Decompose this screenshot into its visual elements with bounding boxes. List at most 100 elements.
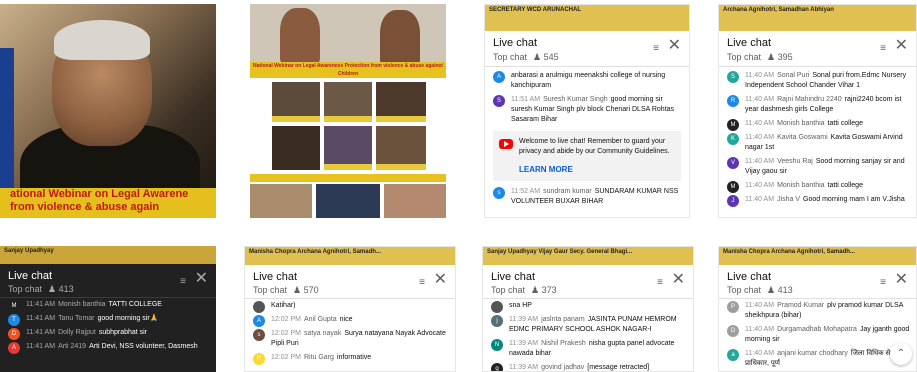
avatar[interactable]: M (727, 119, 739, 131)
message-author[interactable]: satya nayak (304, 330, 341, 337)
message-author[interactable]: Suresh Kumar Singh (543, 96, 608, 103)
message-author[interactable]: jaslnta panam (541, 316, 585, 323)
message-author[interactable]: Rajni Mahindru 2240 (777, 96, 842, 103)
chat-message[interactable]: R 11:40 AM Rajni Mahindru 2240 rajni2240 bc… (719, 93, 916, 117)
avatar[interactable]: K (727, 133, 739, 145)
close-icon[interactable]: ✕ (895, 271, 908, 289)
chat-mode-label[interactable]: Top chat (727, 285, 761, 295)
sliders-icon[interactable]: ≡ (880, 277, 886, 288)
chat-message[interactable]: s 11:52 AM sundram kumar SUNDARAM KUMAR NSS… (485, 185, 689, 209)
message-author[interactable]: Monish banthia (777, 120, 824, 127)
avatar[interactable] (491, 301, 503, 313)
message-author[interactable]: Anil Gupta (304, 316, 337, 323)
chat-mode[interactable]: Top chat ♟ 395 (727, 52, 793, 63)
sliders-icon[interactable]: ≡ (653, 43, 659, 54)
chat-messages[interactable]: S 11:40 AM Sonal Puri Sonal puri from.Edmc … (719, 69, 916, 207)
sliders-icon[interactable]: ≡ (880, 43, 886, 54)
close-icon[interactable]: ✕ (672, 271, 685, 289)
message-author[interactable]: Kavita Goswami (777, 134, 828, 141)
avatar[interactable]: D (8, 328, 20, 340)
avatar[interactable]: A (253, 315, 265, 327)
message-author[interactable]: Pramod Kumar (777, 302, 824, 309)
message-author[interactable]: Monish banthia (777, 182, 824, 189)
close-icon[interactable]: ✕ (668, 37, 681, 55)
learn-more-link[interactable]: LEARN MORE (519, 165, 673, 175)
avatar[interactable]: s (253, 329, 265, 341)
chat-mode[interactable]: Top chat ♟ 545 (493, 52, 559, 63)
chat-mode-label[interactable]: Top chat (253, 285, 287, 295)
message-author[interactable]: sundram kumar (543, 188, 592, 195)
message-author[interactable]: Dolly Rajput (58, 329, 96, 336)
sliders-icon[interactable]: ≡ (419, 277, 425, 288)
chat-message[interactable]: R 12:02 PM Ritu Garg informative (245, 351, 455, 365)
chat-message[interactable]: T 11:41 AM Tanu Tomar good morning sir🙏 (0, 312, 216, 326)
chat-mode-label[interactable]: Top chat (8, 284, 42, 294)
chat-message[interactable]: V 11:40 AM Veeshu Raj Sood morning sanjay s… (719, 155, 916, 179)
chat-messages[interactable]: Aanbarasi a arulmigu meenakshi college o… (485, 69, 689, 209)
chat-mode[interactable]: Top chat ♟ 570 (253, 285, 319, 296)
avatar[interactable]: T (8, 314, 20, 326)
chat-mode-label[interactable]: Top chat (727, 52, 761, 62)
video-tile-gallery[interactable]: National Webinar on Legal Awareness Prot… (250, 4, 446, 218)
message-author[interactable]: Veeshu Raj (777, 158, 813, 165)
chat-messages[interactable]: Katihar) A 12:02 PM Anil Gupta nice s 12:02 PM… (245, 299, 455, 365)
chat-message[interactable]: sna HP (483, 299, 693, 313)
avatar[interactable]: A (8, 342, 20, 354)
chat-message[interactable]: M 11:41 AM Monish banthia TATTI COLLEGE (0, 298, 216, 312)
chat-mode[interactable]: Top chat ♟ 373 (491, 285, 557, 296)
chat-message[interactable]: M 11:40 AM Monish banthia tatti college (719, 117, 916, 131)
avatar[interactable]: V (727, 157, 739, 169)
video-tile-speaker[interactable]: ational Webinar on Legal Awarene from vi… (0, 4, 216, 218)
chat-mode-label[interactable]: Top chat (493, 52, 527, 62)
chat-message[interactable]: j 11:39 AM jaslnta panam JASINTA PUNAM HEMR… (483, 313, 693, 337)
message-author[interactable]: Ritu Garg (304, 354, 334, 361)
avatar[interactable]: M (727, 181, 739, 193)
chat-message[interactable]: a 11:40 AM anjani kumar chodhary जिला विधिक… (719, 347, 916, 371)
chat-message[interactable]: g 11:39 AM govind jadhav [message retracted… (483, 361, 693, 371)
message-author[interactable]: Monish banthia (58, 301, 105, 308)
close-icon[interactable]: ✕ (434, 271, 447, 289)
message-author[interactable]: Tanu Tomar (58, 315, 94, 322)
message-author[interactable]: Arti 2419 (58, 343, 86, 350)
chat-messages[interactable]: sna HP j 11:39 AM jaslnta panam JASINTA PUNA… (483, 299, 693, 371)
avatar[interactable]: g (491, 363, 503, 371)
avatar[interactable]: P (727, 301, 739, 313)
sliders-icon[interactable]: ≡ (180, 276, 186, 287)
chat-message[interactable]: S 11:51 AM Suresh Kumar Singh good morning … (485, 93, 689, 127)
sliders-icon[interactable]: ≡ (657, 277, 663, 288)
chat-message[interactable]: Aanbarasi a arulmigu meenakshi college o… (485, 69, 689, 93)
avatar[interactable]: R (727, 95, 739, 107)
chat-message[interactable]: D 11:40 AM Durgamadhab Mohapatra Jay jganth… (719, 323, 916, 347)
chat-mode-label[interactable]: Top chat (491, 285, 525, 295)
close-icon[interactable]: ✕ (895, 37, 908, 55)
avatar[interactable]: S (727, 71, 739, 83)
chat-message[interactable]: Katihar) (245, 299, 455, 313)
avatar[interactable]: A (493, 71, 505, 83)
chat-messages[interactable]: P 11:40 AM Pramod Kumar plv pramod kumar DL… (719, 299, 916, 371)
message-author[interactable]: anjani kumar chodhary (777, 350, 848, 357)
chat-message[interactable]: A 11:41 AM Arti 2419 Arti Devi, NSS volunte… (0, 340, 216, 354)
chat-message[interactable]: S 11:40 AM Sonal Puri Sonal puri from.Edmc … (719, 69, 916, 93)
message-author[interactable]: Jisha V (777, 196, 800, 203)
avatar[interactable]: N (491, 339, 503, 351)
avatar[interactable]: s (493, 187, 505, 199)
chat-message[interactable]: M 11:40 AM Monish banthia tatti college (719, 179, 916, 193)
chat-messages[interactable]: M 11:41 AM Monish banthia TATTI COLLEGE T 11:… (0, 298, 216, 354)
chat-mode[interactable]: Top chat ♟ 413 (8, 284, 74, 295)
message-author[interactable]: govind jadhav (541, 364, 584, 371)
message-author[interactable]: Nishil Prakesh (541, 340, 586, 347)
avatar[interactable]: S (493, 95, 505, 107)
chat-message[interactable]: J 11:40 AM Jisha V Good morning mam I am V.… (719, 193, 916, 207)
chat-message[interactable]: K 11:40 AM Kavita Goswami Kavita Goswami Ar… (719, 131, 916, 155)
close-icon[interactable]: ✕ (195, 270, 208, 288)
avatar[interactable]: M (8, 300, 20, 312)
chat-message[interactable]: P 11:40 AM Pramod Kumar plv pramod kumar DL… (719, 299, 916, 323)
avatar[interactable]: D (727, 325, 739, 337)
chevron-up-icon[interactable]: ⌃ (890, 343, 912, 365)
avatar[interactable]: j (491, 315, 503, 327)
chat-message[interactable]: N 11:39 AM Nishil Prakesh nisha gupta panel… (483, 337, 693, 361)
chat-message[interactable]: s 12:02 PM satya nayak Surya natayana Nayak… (245, 327, 455, 351)
avatar[interactable] (253, 301, 265, 313)
message-author[interactable]: Durgamadhab Mohapatra (777, 326, 857, 333)
message-author[interactable]: Sonal Puri (777, 72, 809, 79)
